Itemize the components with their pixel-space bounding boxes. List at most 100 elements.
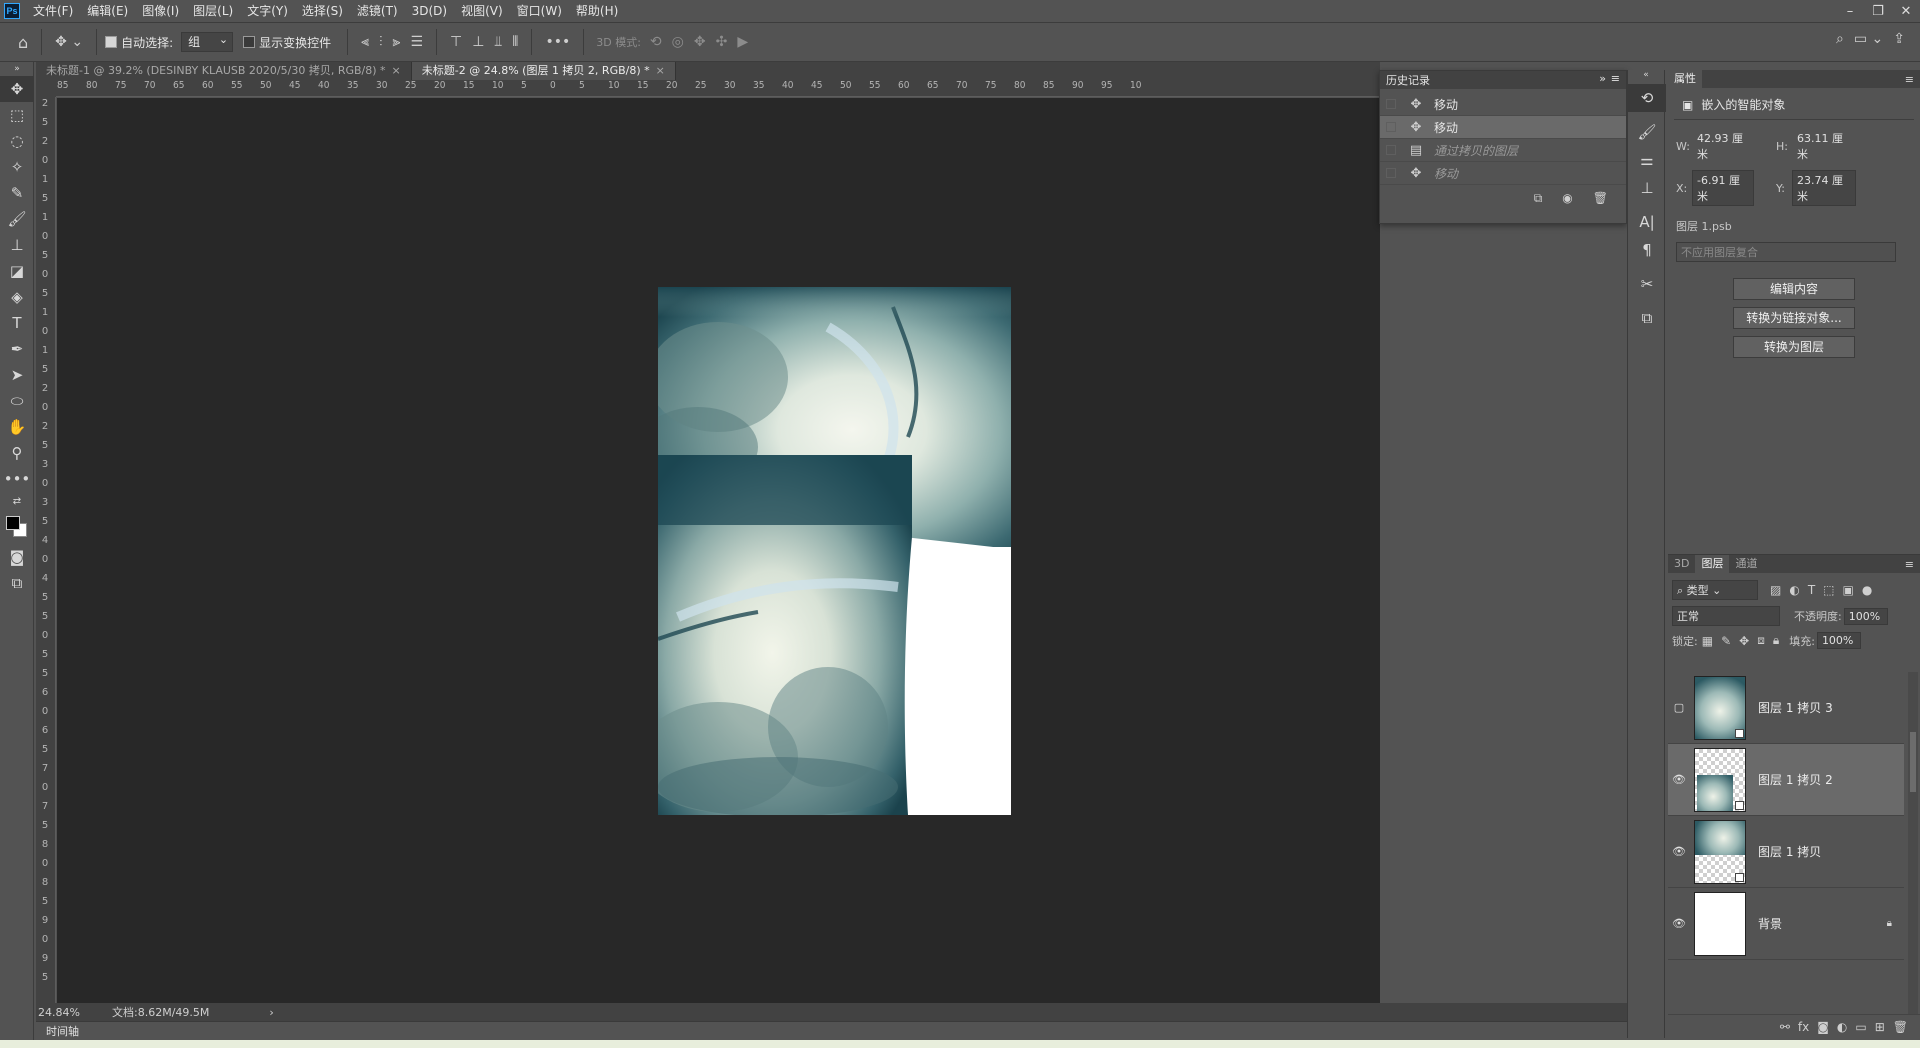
delete-state-trash-icon[interactable]: 🗑︎: [1593, 191, 1608, 206]
history-panel-title[interactable]: 历史记录: [1386, 72, 1430, 88]
snapshot-camera-icon[interactable]: ◉: [1562, 191, 1572, 206]
add-mask-icon[interactable]: ◙: [1817, 1020, 1829, 1034]
brush-tool-icon[interactable]: 🖌︎: [0, 206, 34, 232]
roll-3d-icon[interactable]: ◎: [672, 34, 684, 50]
move-tool-icon[interactable]: ✥: [0, 76, 34, 102]
panel-menu-icon[interactable]: ≡: [1905, 73, 1914, 86]
menu-help[interactable]: 帮助(H): [569, 0, 625, 22]
menu-window[interactable]: 窗口(W): [510, 0, 569, 22]
clone-source-dock-icon[interactable]: ⊥: [1628, 174, 1666, 202]
filter-toggle-icon[interactable]: ●: [1862, 583, 1872, 597]
type-tool-icon[interactable]: T: [0, 310, 34, 336]
menu-filter[interactable]: 滤镜(T): [350, 0, 405, 22]
layer-row[interactable]: 👁︎ 图层 1 拷贝 2: [1668, 744, 1904, 816]
filter-smart-object-icon[interactable]: ▣: [1843, 583, 1854, 597]
align-vcenter-icon[interactable]: ⊥: [472, 34, 484, 50]
status-menu-arrow-icon[interactable]: ›: [269, 1006, 273, 1019]
eraser-tool-icon[interactable]: ◪: [0, 258, 34, 284]
history-state-row[interactable]: ▤ 通过拷贝的图层: [1380, 139, 1626, 162]
new-layer-icon[interactable]: ⊞: [1875, 1020, 1885, 1034]
layer-style-fx-icon[interactable]: fx: [1798, 1020, 1809, 1034]
paint-bucket-tool-icon[interactable]: ◈: [0, 284, 34, 310]
history-source-box[interactable]: [1386, 99, 1396, 109]
layer-name[interactable]: 图层 1 拷贝 2: [1758, 771, 1833, 788]
lock-pixels-icon[interactable]: ✎: [1721, 634, 1731, 648]
home-icon[interactable]: ⌂: [18, 33, 28, 52]
y-input[interactable]: 23.74 厘米: [1792, 170, 1856, 206]
close-tab-icon[interactable]: ×: [392, 64, 401, 77]
show-transform-checkbox[interactable]: [243, 36, 256, 48]
stamp-tool-icon[interactable]: ⊥: [0, 232, 34, 258]
hand-tool-icon[interactable]: ✋: [0, 414, 34, 440]
zoom-tool-icon[interactable]: ⚲: [0, 440, 34, 466]
close-tab-icon[interactable]: ×: [656, 64, 665, 77]
menu-edit[interactable]: 编辑(E): [80, 0, 135, 22]
tab-document-2[interactable]: 未标题-2 @ 24.8% (图层 1 拷贝 2, RGB/8) * ×: [411, 62, 676, 80]
character-dock-icon[interactable]: A|: [1628, 208, 1666, 236]
share-icon[interactable]: ⇪: [1893, 31, 1905, 47]
layer-comp-select[interactable]: 不应用图层复合: [1676, 242, 1896, 262]
visibility-eye-icon[interactable]: 👁︎: [1668, 845, 1690, 858]
new-adjustment-layer-icon[interactable]: ◐: [1837, 1020, 1847, 1034]
history-source-box[interactable]: [1386, 122, 1396, 132]
history-state-row[interactable]: ✥ 移动: [1380, 93, 1626, 116]
align-hcenter-icon[interactable]: ⫶: [379, 34, 383, 50]
menu-select[interactable]: 选择(S): [295, 0, 350, 22]
collapse-toolbar-icon[interactable]: »: [0, 62, 34, 76]
convert-to-layers-button[interactable]: 转换为图层: [1733, 336, 1855, 358]
tab-channels[interactable]: 通道: [1729, 555, 1763, 573]
align-top-icon[interactable]: ⊤: [450, 34, 462, 50]
timeline-panel-tab[interactable]: 时间轴: [36, 1021, 1636, 1040]
document-canvas[interactable]: [658, 287, 1011, 815]
menu-image[interactable]: 图像(I): [135, 0, 186, 22]
history-source-box[interactable]: [1386, 168, 1396, 178]
libraries-dock-icon[interactable]: ⧉: [1628, 304, 1666, 332]
path-selection-tool-icon[interactable]: ➤: [0, 362, 34, 388]
horizontal-ruler[interactable]: 85 80 75 70 65 60 55 50 45 40 35 30 25 20 15 10 5 0 5 10 15 2…: [56, 80, 1380, 97]
layer-row[interactable]: 👁︎ 图层 1 拷贝: [1668, 816, 1904, 888]
color-swatches[interactable]: [0, 510, 34, 544]
restore-icon[interactable]: ❐: [1864, 0, 1892, 22]
layer-row[interactable]: 👁︎ 背景 🔒︎: [1668, 888, 1904, 960]
opacity-input[interactable]: 100%: [1843, 607, 1888, 625]
pan-3d-icon[interactable]: ✥: [694, 34, 706, 50]
shape-tool-icon[interactable]: ⬭: [0, 388, 34, 414]
marquee-tool-icon[interactable]: ⬚: [0, 102, 34, 128]
swap-colors-icon[interactable]: ⇄: [0, 492, 34, 510]
brush-settings-dock-icon[interactable]: 🖌︎: [1628, 118, 1666, 146]
menu-view[interactable]: 视图(V): [454, 0, 510, 22]
lock-all-icon[interactable]: 🔒︎: [1773, 633, 1779, 648]
auto-select-checkbox[interactable]: [105, 36, 118, 48]
distribute-horizontal-icon[interactable]: ⦀: [512, 34, 518, 50]
new-group-folder-icon[interactable]: ▭: [1855, 1020, 1866, 1034]
screen-mode-icon[interactable]: ⧉: [0, 570, 34, 596]
scrollbar-thumb[interactable]: [1910, 732, 1916, 792]
canvas-area[interactable]: [57, 98, 1380, 1003]
fill-input[interactable]: 100%: [1816, 632, 1861, 649]
visibility-eye-icon[interactable]: 👁︎: [1668, 773, 1690, 786]
expand-dock-icon[interactable]: «: [1628, 70, 1664, 84]
visibility-toggle-icon[interactable]: ▢: [1668, 701, 1690, 714]
distribute-vertical-icon[interactable]: ☰: [410, 34, 423, 50]
history-source-box[interactable]: [1386, 145, 1396, 155]
layer-row[interactable]: ▢ 图层 1 拷贝 3: [1668, 672, 1904, 744]
zoom-level[interactable]: 24.84%: [36, 1006, 106, 1019]
collapse-panel-icon[interactable]: »: [1599, 72, 1606, 85]
slide-3d-icon[interactable]: ✣: [716, 34, 728, 50]
tab-properties[interactable]: 属性: [1668, 70, 1702, 88]
layer-name[interactable]: 背景: [1758, 915, 1782, 932]
height-input[interactable]: 63.11 厘米: [1792, 128, 1856, 164]
minimize-icon[interactable]: –: [1836, 0, 1864, 22]
filter-shape-icon[interactable]: ⬚: [1823, 583, 1834, 597]
menu-3d[interactable]: 3D(D): [405, 0, 454, 22]
lock-position-icon[interactable]: ✥: [1739, 634, 1749, 648]
magic-wand-tool-icon[interactable]: ✧: [0, 154, 34, 180]
panel-menu-icon[interactable]: ≡: [1905, 558, 1914, 571]
paragraph-dock-icon[interactable]: ¶: [1628, 236, 1666, 264]
delete-layer-trash-icon[interactable]: 🗑︎: [1893, 1020, 1908, 1034]
foreground-color-swatch[interactable]: [6, 516, 20, 530]
auto-select-dropdown[interactable]: 组: [181, 31, 234, 52]
lock-artboard-icon[interactable]: ⧈: [1757, 633, 1765, 648]
tool-presets-dock-icon[interactable]: ✂: [1628, 270, 1666, 298]
more-options-icon[interactable]: •••: [545, 34, 570, 50]
